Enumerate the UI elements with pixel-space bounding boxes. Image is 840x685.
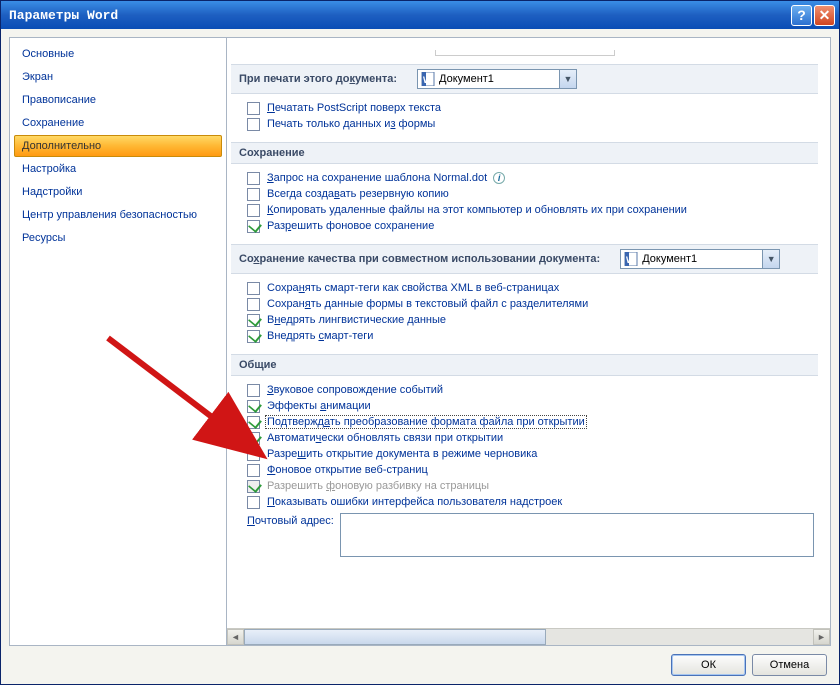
info-icon[interactable]: i bbox=[493, 172, 505, 184]
opt-gen-addinerrors[interactable]: Показывать ошибки интерфейса пользовател… bbox=[247, 494, 814, 510]
opt-save-background[interactable]: Разрешить фоновое сохранение bbox=[247, 218, 814, 234]
opt-gen-updatelinks[interactable]: Автоматически обновлять связи при открыт… bbox=[247, 430, 814, 446]
scroll-track[interactable] bbox=[244, 629, 813, 645]
svg-text:W: W bbox=[423, 75, 432, 85]
horizontal-scrollbar[interactable]: ◄ ► bbox=[227, 628, 830, 645]
mailing-address-input[interactable] bbox=[340, 513, 814, 557]
checkbox[interactable] bbox=[247, 102, 260, 115]
checkbox[interactable] bbox=[247, 416, 260, 429]
opt-gen-bgpaginate: Разрешить фоновую разбивку на страницы bbox=[247, 478, 814, 494]
general-options: Звуковое сопровождение событий Эффекты а… bbox=[231, 376, 818, 564]
opt-gen-draftmode[interactable]: Разрешить открытие документа в режиме че… bbox=[247, 446, 814, 462]
checkbox[interactable] bbox=[247, 204, 260, 217]
checkbox[interactable] bbox=[247, 330, 260, 343]
nav-addins[interactable]: Надстройки bbox=[14, 181, 222, 203]
cancel-button[interactable]: Отмена bbox=[752, 654, 827, 676]
quality-doc-value: Документ1 bbox=[642, 253, 762, 265]
opt-print-formdata[interactable]: Печать только данных из формы bbox=[247, 116, 814, 132]
nav-main[interactable]: Основные bbox=[14, 43, 222, 65]
checkbox[interactable] bbox=[247, 220, 260, 233]
nav-trustcenter[interactable]: Центр управления безопасностью bbox=[14, 204, 222, 226]
quality-doc-select[interactable]: W Документ1 ▼ bbox=[620, 249, 780, 269]
checkbox[interactable] bbox=[247, 384, 260, 397]
quality-options: Сохранять смарт-теги как свойства XML в … bbox=[231, 274, 818, 348]
dialog-buttons: ОК Отмена bbox=[9, 646, 831, 676]
opt-quality-smarttagsxml[interactable]: Сохранять смарт-теги как свойства XML в … bbox=[247, 280, 814, 296]
checkbox[interactable] bbox=[247, 188, 260, 201]
scroll-thumb[interactable] bbox=[244, 629, 546, 645]
section-print-label: При печати этого документа: bbox=[239, 73, 397, 85]
svg-text:W: W bbox=[626, 255, 635, 265]
mailing-address-row: Почтовый адрес: bbox=[247, 510, 814, 560]
print-options: Печатать PostScript поверх текста Печать… bbox=[231, 94, 818, 136]
checkbox[interactable] bbox=[247, 432, 260, 445]
dialog-body: Основные Экран Правописание Сохранение Д… bbox=[1, 29, 839, 684]
opt-gen-confirmconvert[interactable]: Подтверждать преобразование формата файл… bbox=[247, 414, 814, 430]
nav-advanced[interactable]: Дополнительно bbox=[14, 135, 222, 157]
section-print-heading: При печати этого документа: W Документ1 … bbox=[231, 64, 818, 94]
scroll-region[interactable]: При печати этого документа: W Документ1 … bbox=[227, 38, 830, 628]
options-dialog: Параметры Word ? ✕ Основные Экран Правоп… bbox=[0, 0, 840, 685]
mailing-address-label: Почтовый адрес: bbox=[247, 513, 334, 527]
nav-resources[interactable]: Ресурсы bbox=[14, 227, 222, 249]
checkbox[interactable] bbox=[247, 400, 260, 413]
dropdown-icon[interactable]: ▼ bbox=[559, 70, 576, 88]
ok-button[interactable]: ОК bbox=[671, 654, 746, 676]
checkbox[interactable] bbox=[247, 172, 260, 185]
close-button[interactable]: ✕ bbox=[814, 5, 835, 26]
opt-quality-formdata[interactable]: Сохранять данные формы в текстовый файл … bbox=[247, 296, 814, 312]
checkbox[interactable] bbox=[247, 298, 260, 311]
opt-gen-sound[interactable]: Звуковое сопровождение событий bbox=[247, 382, 814, 398]
word-doc-icon: W bbox=[624, 252, 638, 266]
checkbox[interactable] bbox=[247, 282, 260, 295]
section-save-label: Сохранение bbox=[239, 147, 305, 159]
checkbox[interactable] bbox=[247, 464, 260, 477]
section-general-heading: Общие bbox=[231, 354, 818, 376]
category-sidebar: Основные Экран Правописание Сохранение Д… bbox=[9, 37, 227, 646]
print-doc-value: Документ1 bbox=[439, 73, 559, 85]
panes: Основные Экран Правописание Сохранение Д… bbox=[9, 37, 831, 646]
opt-gen-bgweb[interactable]: Фоновое открытие веб-страниц bbox=[247, 462, 814, 478]
checkbox[interactable] bbox=[247, 448, 260, 461]
checkbox[interactable] bbox=[247, 118, 260, 131]
opt-save-backup[interactable]: Всегда создавать резервную копию bbox=[247, 186, 814, 202]
nav-customize[interactable]: Настройка bbox=[14, 158, 222, 180]
opt-quality-smarttags[interactable]: Внедрять смарт-теги bbox=[247, 328, 814, 344]
nav-display[interactable]: Экран bbox=[14, 66, 222, 88]
opt-print-postscript[interactable]: Печатать PostScript поверх текста bbox=[247, 100, 814, 116]
opt-gen-animation[interactable]: Эффекты анимации bbox=[247, 398, 814, 414]
scroll-right-icon[interactable]: ► bbox=[813, 629, 830, 645]
save-options: Запрос на сохранение шаблона Normal.doti… bbox=[231, 164, 818, 238]
scroll-left-icon[interactable]: ◄ bbox=[227, 629, 244, 645]
opt-save-normaldot[interactable]: Запрос на сохранение шаблона Normal.doti bbox=[247, 170, 814, 186]
dropdown-icon[interactable]: ▼ bbox=[762, 250, 779, 268]
window-title: Параметры Word bbox=[9, 8, 789, 23]
opt-quality-linguistic[interactable]: Внедрять лингвистические данные bbox=[247, 312, 814, 328]
section-save-heading: Сохранение bbox=[231, 142, 818, 164]
section-general-label: Общие bbox=[239, 359, 277, 371]
word-doc-icon: W bbox=[421, 72, 435, 86]
nav-save[interactable]: Сохранение bbox=[14, 112, 222, 134]
titlebar: Параметры Word ? ✕ bbox=[1, 1, 839, 29]
checkbox bbox=[247, 480, 260, 493]
opt-save-copyremote[interactable]: Копировать удаленные файлы на этот компь… bbox=[247, 202, 814, 218]
help-button[interactable]: ? bbox=[791, 5, 812, 26]
print-doc-select[interactable]: W Документ1 ▼ bbox=[417, 69, 577, 89]
checkbox[interactable] bbox=[247, 496, 260, 509]
section-quality-heading: Сохранение качества при совместном испол… bbox=[231, 244, 818, 274]
section-quality-label: Сохранение качества при совместном испол… bbox=[239, 253, 600, 265]
checkbox[interactable] bbox=[247, 314, 260, 327]
content-panel: При печати этого документа: W Документ1 … bbox=[227, 37, 831, 646]
nav-proofing[interactable]: Правописание bbox=[14, 89, 222, 111]
